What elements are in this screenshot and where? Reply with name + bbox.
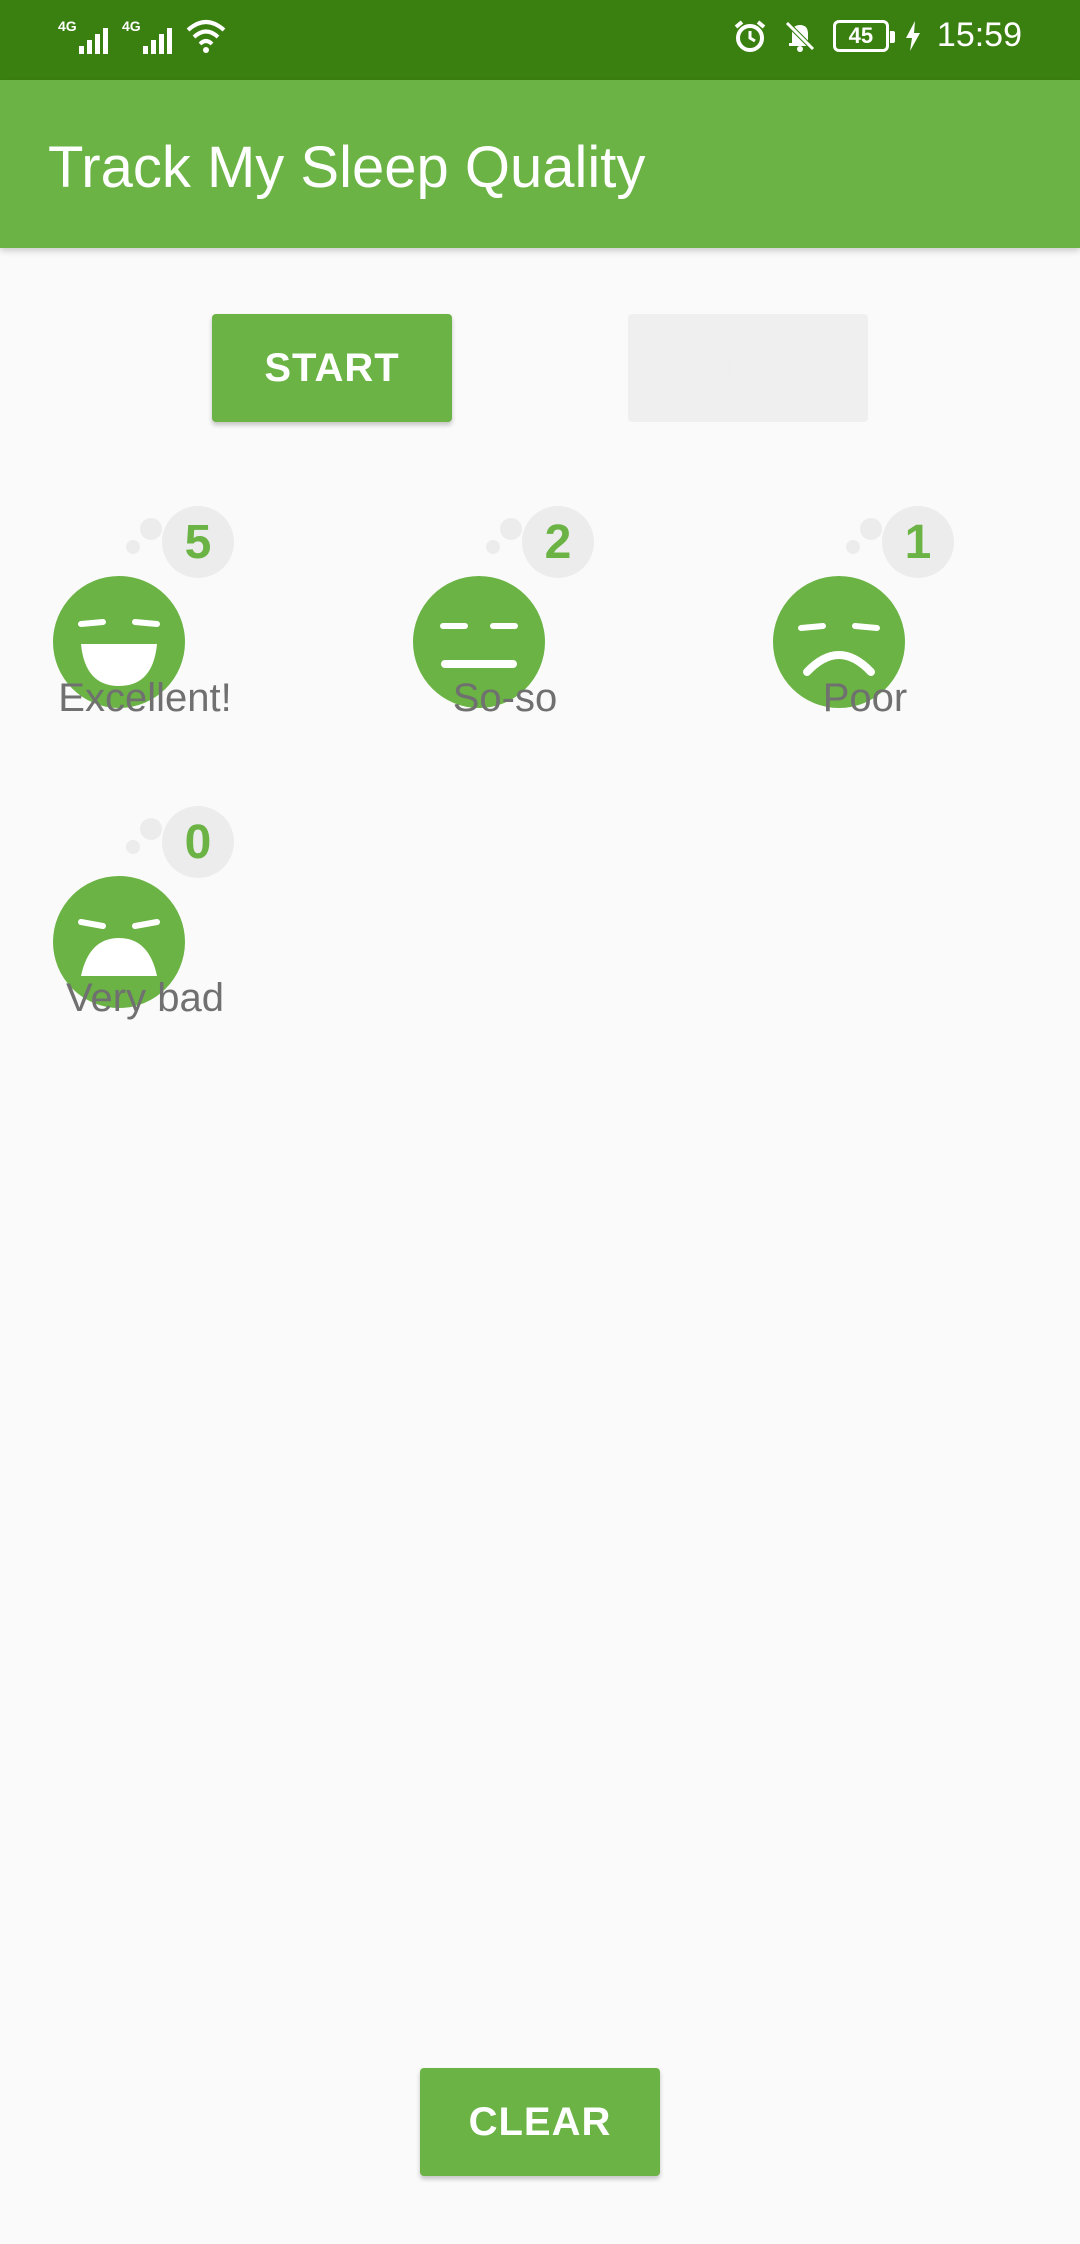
network-type-2: 4G <box>122 18 141 34</box>
quality-label: So-so <box>452 676 558 720</box>
clock: 15:59 <box>936 16 1022 54</box>
cell-signal-icon-2: 4G <box>122 18 172 54</box>
status-right: 45 15:59 <box>733 16 1022 55</box>
sleep-night-item[interactable]: 1 Poor <box>720 500 1080 780</box>
quality-label: Very bad <box>66 976 224 1020</box>
charging-icon <box>905 20 920 51</box>
count-badge: 1 <box>882 506 954 578</box>
status-bar: 4G 4G 45 15:59 <box>0 0 1080 80</box>
sleep-night-item[interactable]: 2 So-so <box>360 500 720 780</box>
cell-signal-icon: 4G <box>58 18 108 54</box>
status-left: 4G 4G <box>58 18 226 54</box>
notifications-off-icon <box>785 20 815 52</box>
count-badge: 0 <box>162 806 234 878</box>
stop-button: STOP <box>628 314 868 422</box>
quality-label: Excellent! <box>58 676 232 720</box>
sleep-night-item[interactable]: 0 Very bad <box>0 800 360 1080</box>
page-title: Track My Sleep Quality <box>48 135 646 200</box>
start-button[interactable]: START <box>212 314 452 422</box>
wifi-icon <box>186 20 226 53</box>
app-bar: Track My Sleep Quality <box>0 80 1080 248</box>
battery-icon: 45 <box>832 19 895 52</box>
network-type-1: 4G <box>58 18 77 34</box>
sleep-night-item[interactable]: 5 Excellent! <box>0 500 360 780</box>
count-badge: 5 <box>162 506 234 578</box>
alarm-icon <box>734 19 766 52</box>
clear-button[interactable]: CLEAR <box>420 2068 660 2176</box>
count-badge: 2 <box>522 506 594 578</box>
quality-label: Poor <box>822 676 908 720</box>
